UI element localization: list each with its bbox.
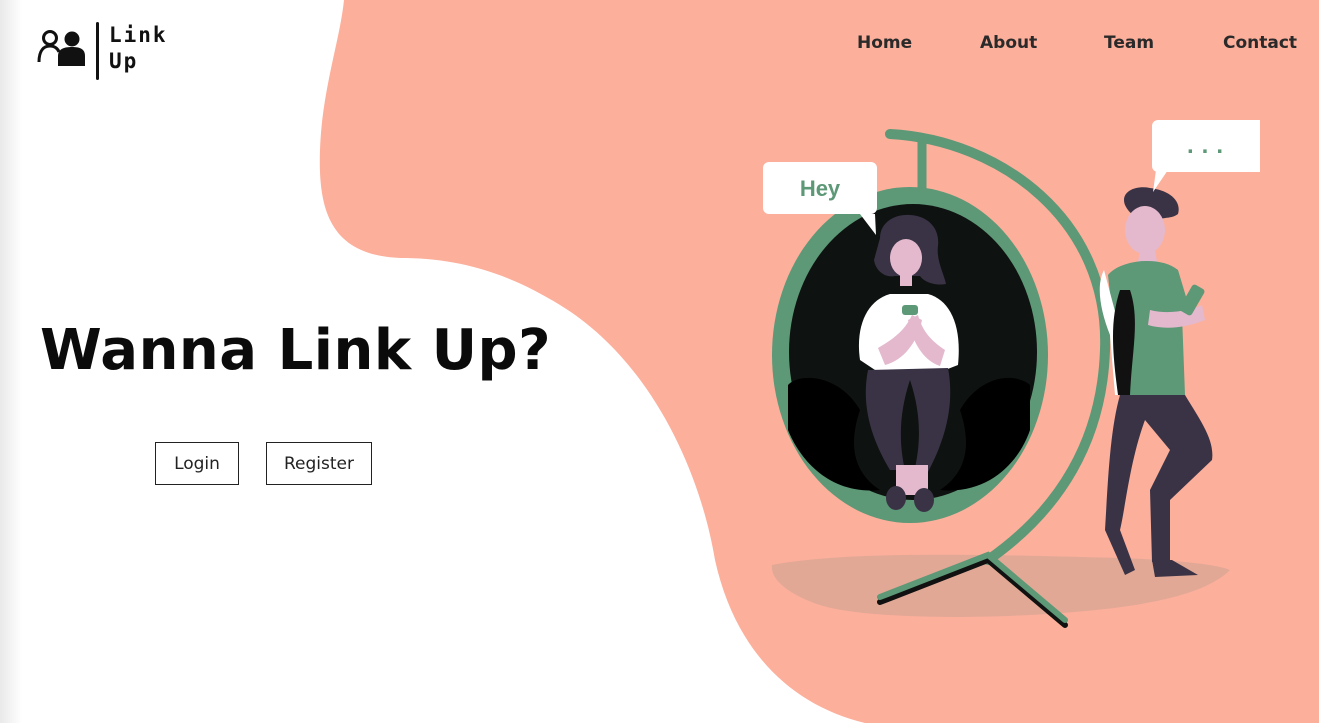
- hero-illustration: Hey ...: [763, 120, 1260, 628]
- register-button[interactable]: Register: [266, 442, 372, 485]
- nav-contact[interactable]: Contact: [1223, 33, 1297, 53]
- nav-about[interactable]: About: [980, 33, 1037, 53]
- speech-bubble-right: ...: [1152, 120, 1260, 192]
- speech-bubble-left-text: Hey: [800, 176, 841, 201]
- top-navigation: Home About Team Contact: [0, 33, 1319, 55]
- hero-title: Wanna Link Up?: [40, 318, 552, 383]
- speech-bubble-right-text: ...: [1187, 132, 1231, 159]
- left-edge-shadow: [0, 0, 22, 723]
- nav-home[interactable]: Home: [857, 33, 912, 53]
- nav-team[interactable]: Team: [1104, 33, 1154, 53]
- boy-figure: [1099, 187, 1213, 577]
- login-button[interactable]: Login: [155, 442, 239, 485]
